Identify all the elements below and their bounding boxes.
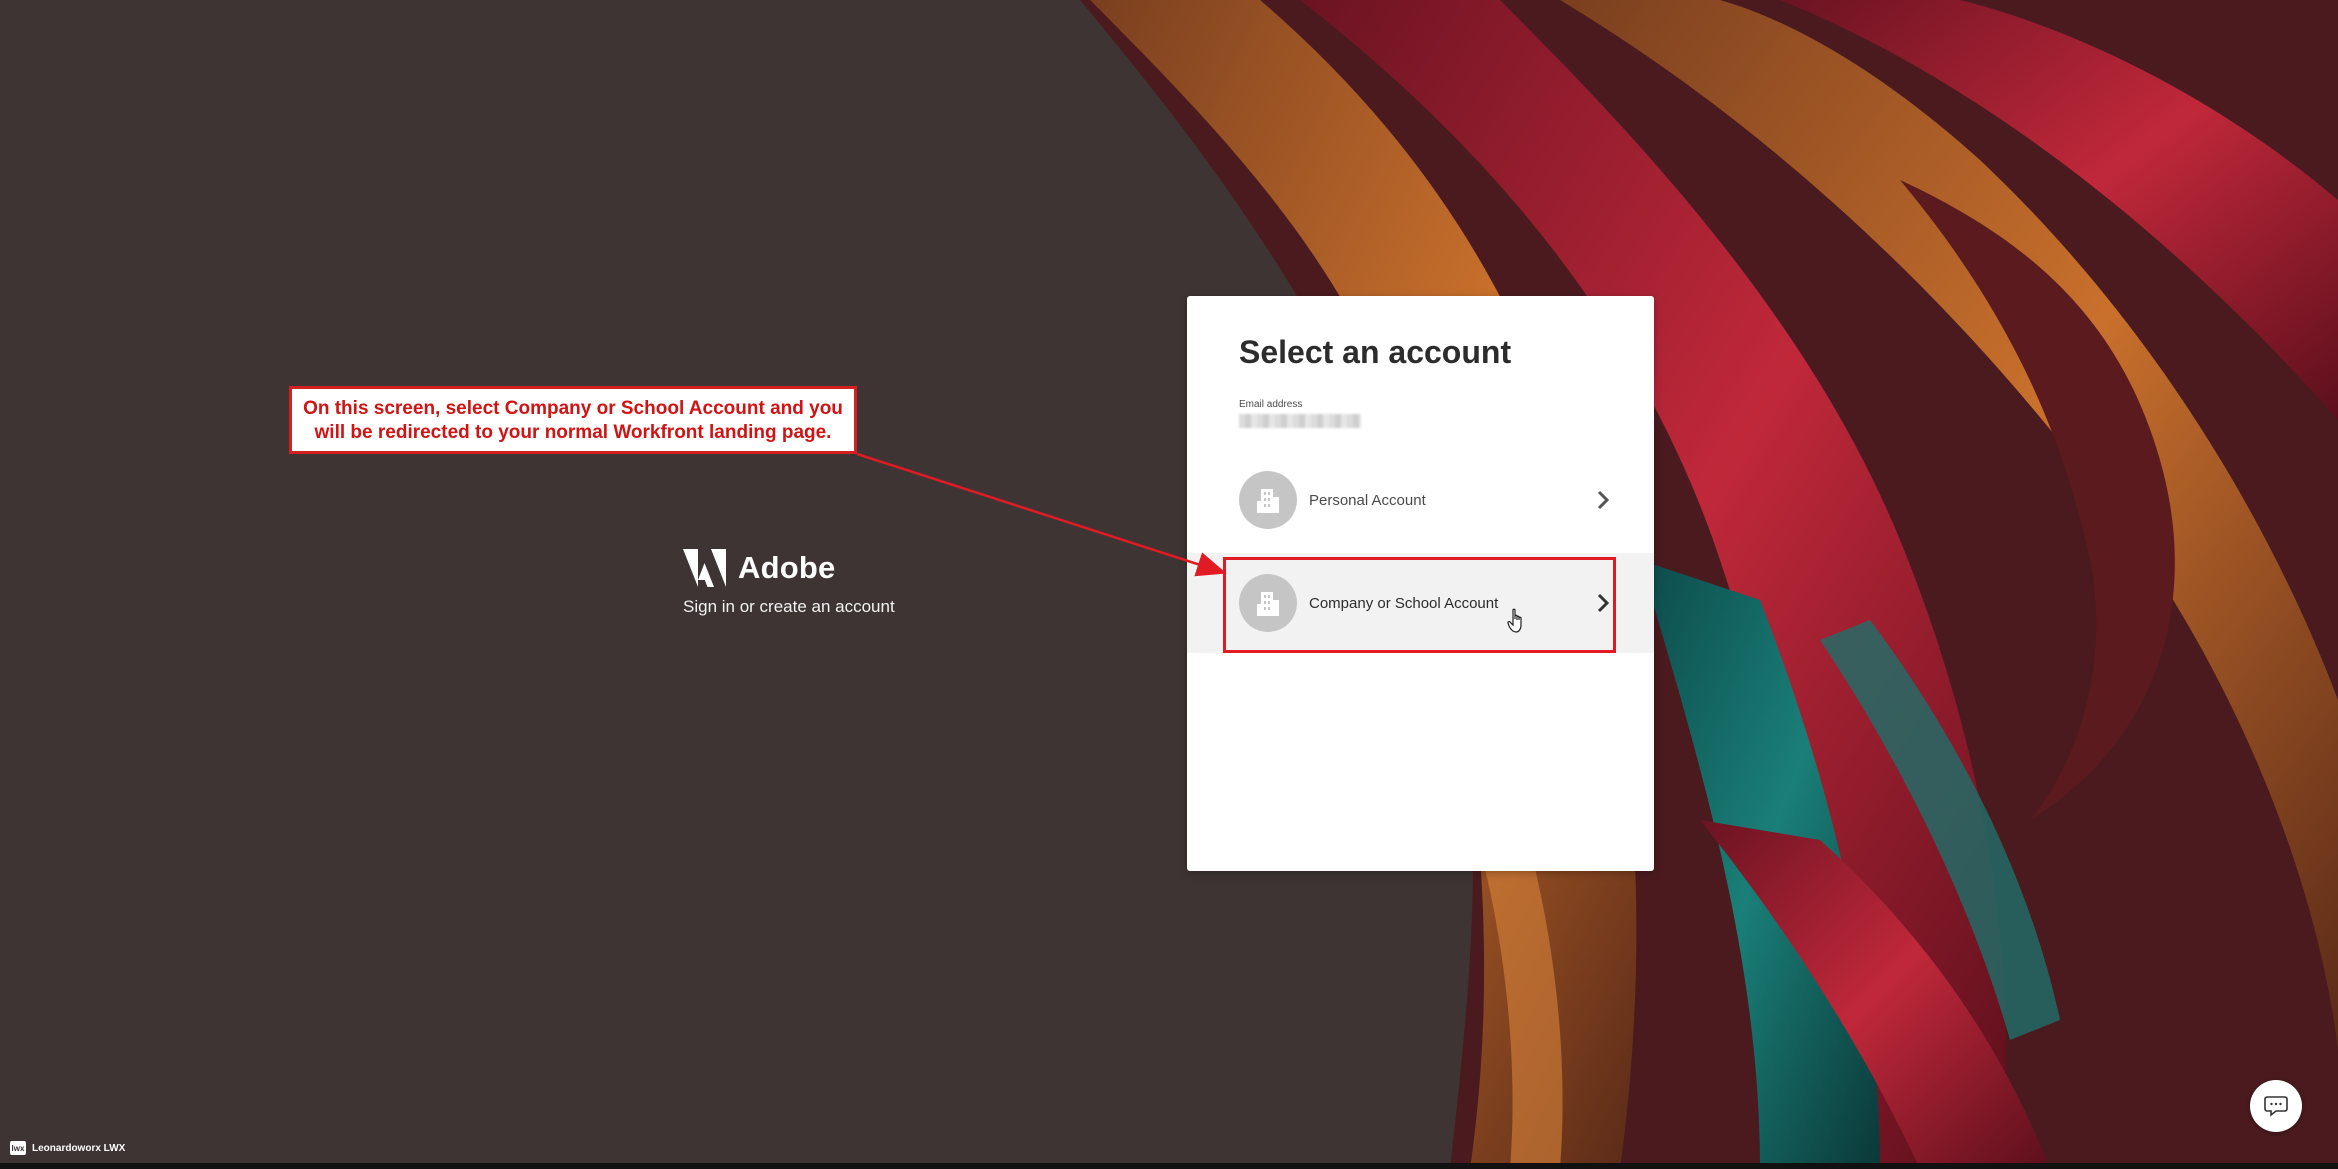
highlight-box [1223, 557, 1616, 653]
building-icon [1257, 489, 1279, 513]
background-artwork [0, 0, 2338, 1169]
adobe-logo-icon [683, 549, 726, 587]
brand-name: Adobe [738, 550, 836, 585]
footer-badge: lwx Leonardoworx LWX [10, 1141, 125, 1155]
callout-line-2: will be redirected to your normal Workfr… [314, 422, 832, 443]
personal-account-option[interactable]: Personal Account [1187, 450, 1654, 550]
chevron-right-icon [1597, 490, 1610, 510]
email-value-redacted [1239, 414, 1361, 428]
personal-account-label: Personal Account [1309, 491, 1426, 509]
leonardoworx-logo-icon: lwx [10, 1141, 26, 1155]
chat-icon [2264, 1096, 2288, 1117]
personal-account-avatar [1239, 471, 1297, 529]
adobe-brand: Adobe Sign in or create an account [683, 549, 895, 617]
footer-label: Leonardoworx LWX [32, 1142, 126, 1154]
instruction-callout: On this screen, select Company or School… [289, 386, 857, 454]
bottom-bar [0, 1163, 2338, 1169]
brand-tagline: Sign in or create an account [683, 597, 895, 616]
card-title: Select an account [1239, 334, 1512, 370]
chat-button[interactable] [2250, 1080, 2302, 1132]
callout-line-1: On this screen, select Company or School… [303, 398, 843, 419]
email-label: Email address [1239, 399, 1303, 410]
